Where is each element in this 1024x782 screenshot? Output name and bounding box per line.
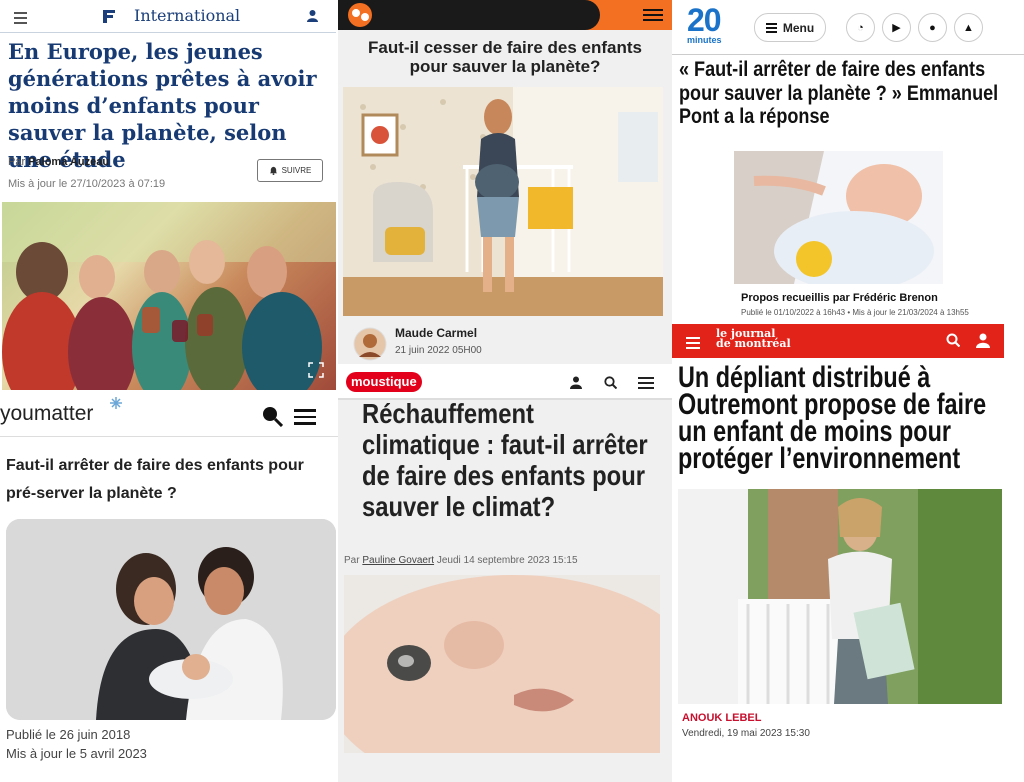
byline: Par Pauline Govaert Jeudi 14 septembre 2… xyxy=(344,555,578,566)
podcast-icon[interactable]: ◔ xyxy=(846,13,875,42)
user-account-icon[interactable] xyxy=(570,376,582,389)
section-title: International xyxy=(134,6,241,25)
article-headline[interactable]: En Europe, les jeunes générations prêtes… xyxy=(8,38,330,173)
publish-date: Publié le 26 juin 2018 xyxy=(6,727,131,742)
moustique-article-panel: moustique Réchauffement climatique : fau… xyxy=(338,364,672,782)
newborn-baby-photo xyxy=(734,151,943,284)
moustique-logo[interactable]: moustique xyxy=(346,372,422,392)
france24-article-panel: International En Europe, les jeunes géné… xyxy=(0,0,336,392)
publish-date: Publié le 01/10/2022 à 16h43 • Mis à jou… xyxy=(741,308,969,317)
publish-date: 21 juin 2022 05H00 xyxy=(395,345,482,356)
user-account-icon[interactable] xyxy=(976,333,990,348)
publish-date: Jeudi 14 septembre 2023 15:15 xyxy=(436,555,578,566)
baby-face-closeup-photo xyxy=(344,575,660,753)
play-icon[interactable]: ▶ xyxy=(882,13,911,42)
author-link[interactable]: Paloma Auzeau xyxy=(28,156,109,168)
article-panel-2: Faut-il cesser de faire des enfants pour… xyxy=(338,0,672,364)
friends-toasting-photo xyxy=(2,202,336,390)
byline: Par Paloma Auzeau xyxy=(8,156,110,168)
logo-star-icon xyxy=(110,397,122,409)
author-avatar[interactable] xyxy=(353,327,387,361)
journal-logo[interactable]: le journal de montréal xyxy=(716,328,791,349)
article-headline[interactable]: « Faut-il arrêter de faire des enfants p… xyxy=(679,58,1020,129)
youmatter-logo[interactable]: youmatter xyxy=(0,402,93,426)
hamburger-menu-icon[interactable] xyxy=(643,6,663,24)
header-bar xyxy=(338,0,600,30)
hamburger-icon xyxy=(765,21,777,35)
hamburger-menu-icon[interactable] xyxy=(686,334,700,352)
updated-timestamp: Mis à jour le 27/10/2023 à 07:19 xyxy=(8,178,166,190)
youmatter-article-panel: youmatter Faut-il arrêter de faire des e… xyxy=(0,392,338,782)
search-icon[interactable] xyxy=(946,333,960,347)
woman-holding-leaflet-photo xyxy=(678,489,1002,704)
20minutes-logo[interactable]: 20 minutes xyxy=(687,4,733,45)
menu-button[interactable]: Menu xyxy=(754,13,826,42)
article-headline[interactable]: Faut-il arrêter de faire des enfants pou… xyxy=(6,452,336,508)
user-account-icon[interactable] xyxy=(306,9,319,22)
expand-icon[interactable] xyxy=(308,362,324,378)
journal-de-montreal-article-panel: le journal de montréal Un dépliant distr… xyxy=(672,322,1024,782)
author-link[interactable]: Pauline Govaert xyxy=(362,555,434,566)
pregnant-woman-nursery-photo xyxy=(343,87,663,316)
bell-icon xyxy=(269,166,277,175)
author-name[interactable]: Maude Carmel xyxy=(395,326,477,340)
publish-date: Vendredi, 19 mai 2023 15:30 xyxy=(682,728,810,739)
article-headline[interactable]: Un dépliant distribué à Outremont propos… xyxy=(678,363,990,474)
hamburger-menu-icon[interactable] xyxy=(294,405,316,429)
france24-logo-icon[interactable] xyxy=(100,7,118,25)
search-icon[interactable] xyxy=(261,405,283,427)
hamburger-menu-icon[interactable] xyxy=(638,374,654,392)
20minutes-article-panel: 20 minutes Menu ◔ ▶ ● ▲ « Faut-il arrête… xyxy=(672,0,1024,322)
article-headline[interactable]: Faut-il cesser de faire des enfants pour… xyxy=(348,38,662,76)
interview-credit: Propos recueillis par Frédéric Brenon xyxy=(741,292,938,304)
family-with-baby-photo xyxy=(6,519,336,720)
author-name[interactable]: ANOUK LEBEL xyxy=(682,712,761,724)
landscape-icon[interactable]: ▲ xyxy=(954,13,983,42)
microphone-icon[interactable]: ● xyxy=(918,13,947,42)
article-headline[interactable]: Réchauffement climatique : faut-il arrêt… xyxy=(362,398,651,522)
site-logo-icon[interactable] xyxy=(346,2,374,28)
search-icon[interactable] xyxy=(604,376,617,389)
updated-date: Mis à jour le 5 avril 2023 xyxy=(6,746,147,761)
follow-button[interactable]: SUIVRE xyxy=(257,159,323,182)
hamburger-menu-icon[interactable] xyxy=(14,9,27,27)
